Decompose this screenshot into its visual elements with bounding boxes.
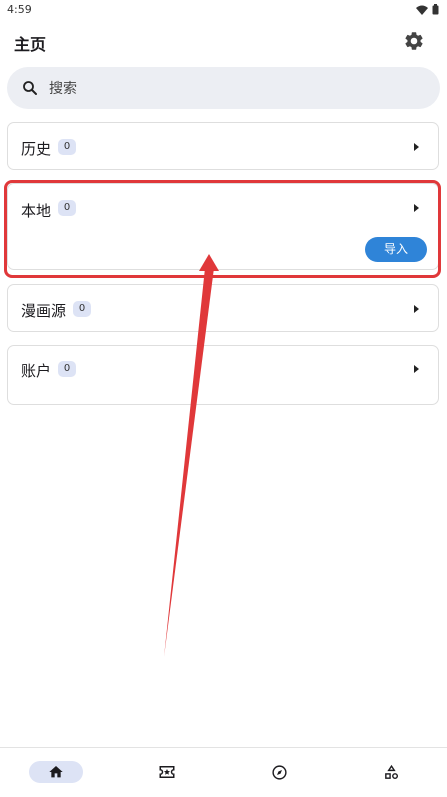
home-icon [49, 766, 63, 778]
battery-icon [432, 4, 439, 15]
import-button[interactable]: 导入 [365, 237, 427, 262]
account-count-badge: 0 [58, 361, 76, 377]
history-count-badge: 0 [58, 139, 76, 155]
chevron-right-icon [414, 365, 419, 373]
compass-icon [271, 764, 287, 780]
nav-home[interactable] [29, 761, 83, 783]
account-title: 账户 [21, 362, 52, 380]
chevron-right-icon [414, 143, 419, 151]
chevron-right-icon [414, 204, 419, 212]
wifi-icon [416, 5, 428, 15]
local-count-badge: 0 [58, 200, 76, 216]
nav-favorites[interactable] [140, 761, 194, 783]
settings-button[interactable] [403, 30, 425, 52]
search-placeholder: 搜索 [49, 81, 77, 97]
bottom-nav [0, 747, 447, 797]
comic-source-title: 漫画源 [21, 302, 67, 320]
page-title: 主页 [14, 35, 47, 54]
status-icons [416, 4, 439, 15]
status-time: 4:59 [7, 3, 32, 16]
history-title: 历史 [21, 140, 52, 158]
account-card[interactable]: 账户 0 [7, 345, 439, 405]
status-bar: 4:59 [0, 0, 447, 20]
ticket-star-icon [159, 766, 175, 778]
comic-source-card[interactable]: 漫画源 0 [7, 284, 439, 332]
nav-categories[interactable] [364, 761, 418, 783]
local-card[interactable]: 本地 0 导入 [7, 183, 439, 270]
history-card[interactable]: 历史 0 [7, 122, 439, 170]
local-title: 本地 [21, 202, 52, 220]
app-bar: 主页 [0, 22, 447, 62]
nav-explore[interactable] [252, 761, 306, 783]
search-icon [21, 79, 39, 97]
gear-icon [405, 32, 423, 50]
chevron-right-icon [414, 305, 419, 313]
search-bar[interactable]: 搜索 [7, 67, 440, 109]
categories-shapes-icon [384, 764, 398, 779]
comic-source-count-badge: 0 [73, 301, 91, 317]
